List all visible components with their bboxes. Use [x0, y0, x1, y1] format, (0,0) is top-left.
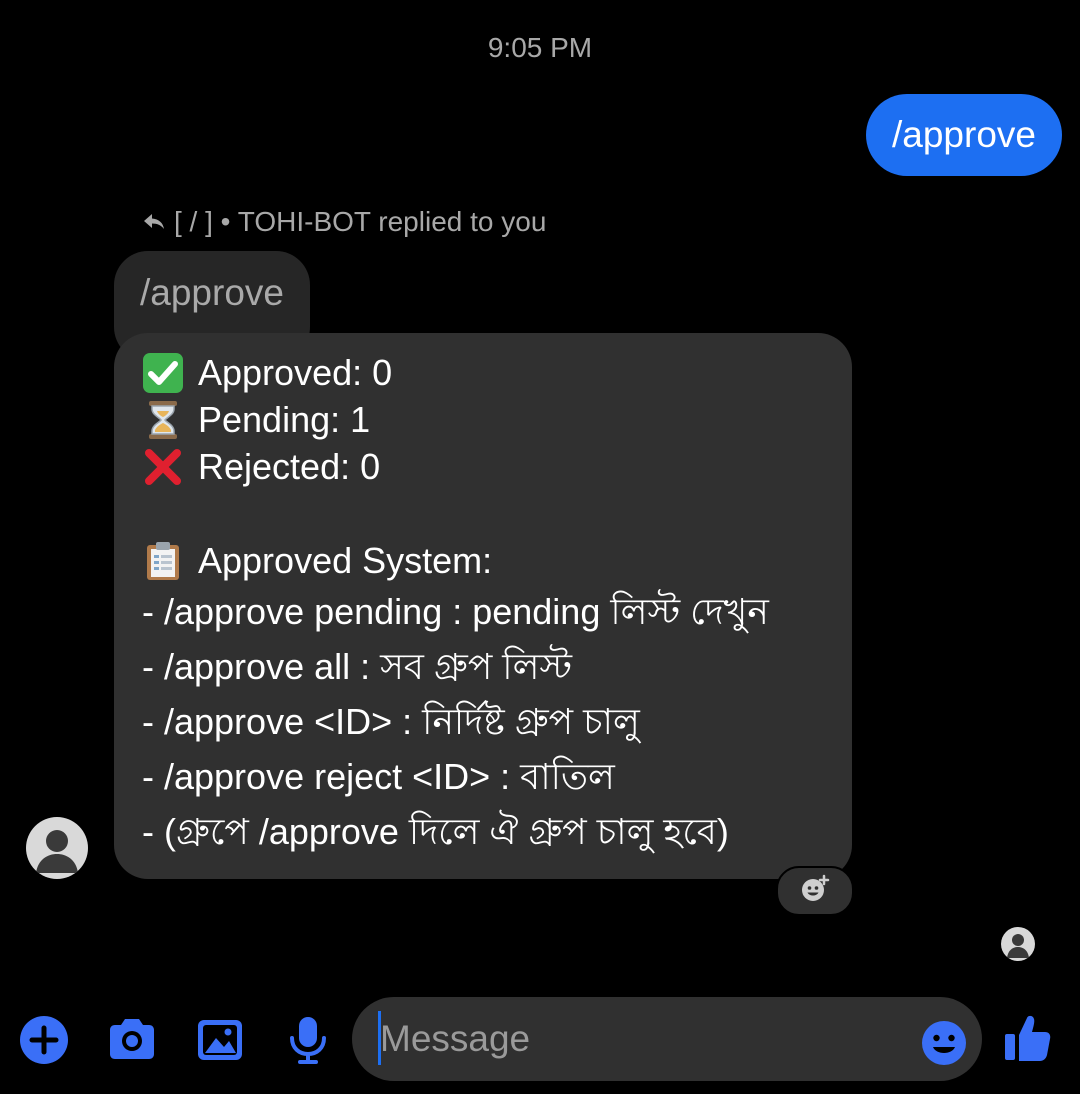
thumbs-up-button[interactable] [1000, 1010, 1056, 1066]
bot-message-bubble[interactable]: Approved: 0 Pending: 1 Rejected: 0 Appro… [114, 333, 852, 879]
user-silhouette-icon [36, 830, 78, 873]
status-approved-text: Approved: 0 [198, 352, 393, 393]
user-silhouette-icon [1007, 934, 1029, 958]
hourglass-icon [142, 399, 184, 441]
add-reaction-button[interactable] [776, 866, 854, 916]
reply-indicator-text: [ / ] • TOHI-BOT replied to you [174, 206, 547, 237]
clipboard-icon [142, 540, 184, 582]
message-input[interactable] [378, 997, 900, 1081]
gallery-icon [198, 1020, 242, 1060]
status-line-rejected: Rejected: 0 [142, 443, 826, 490]
microphone-button[interactable] [280, 1012, 336, 1068]
seen-receipt-avatar [1001, 927, 1035, 961]
plus-button[interactable] [16, 1012, 72, 1068]
command-line: - /approve pending : pending লিস্ট দেখুন [142, 591, 769, 632]
reply-indicator: [ / ] • TOHI-BOT replied to you [142, 206, 546, 238]
command-line: - /approve reject <ID> : বাতিল [142, 756, 615, 797]
emoji-icon [922, 1021, 966, 1065]
camera-button[interactable] [104, 1012, 160, 1068]
plus-icon [20, 1016, 68, 1064]
command-line: - /approve all : সব গ্রুপ লিস্ট [142, 646, 573, 687]
thumbs-up-icon [1005, 1015, 1051, 1061]
message-composer[interactable] [352, 997, 982, 1081]
system-header-text: Approved System: [198, 540, 493, 581]
add-reaction-icon [800, 874, 830, 909]
status-line-approved: Approved: 0 [142, 349, 826, 396]
system-header-line: Approved System: [142, 537, 826, 584]
text-caret [378, 1011, 381, 1065]
status-pending-text: Pending: 1 [198, 399, 371, 440]
status-rejected-text: Rejected: 0 [198, 446, 381, 487]
command-line: - (গ্রুপে /approve দিলে ঐ গ্রুপ চালু হবে… [142, 811, 729, 852]
gallery-button[interactable] [192, 1012, 248, 1068]
cross-mark-icon [142, 446, 184, 488]
message-timestamp: 9:05 PM [487, 32, 593, 63]
chat-screen: 9:05 PM /approve [ / ] • TOHI-BOT replie… [0, 0, 1080, 1094]
check-mark-button-icon [142, 352, 184, 394]
command-line: - /approve <ID> : নির্দিষ্ট গ্রুপ চালু [142, 701, 640, 742]
status-line-pending: Pending: 1 [142, 396, 826, 443]
emoji-button[interactable] [920, 1019, 968, 1067]
camera-icon [110, 1019, 154, 1059]
microphone-icon [290, 1017, 326, 1064]
bot-avatar[interactable] [26, 817, 88, 879]
reply-arrow-icon [142, 212, 166, 232]
sent-message-bubble[interactable]: /approve [866, 94, 1062, 176]
